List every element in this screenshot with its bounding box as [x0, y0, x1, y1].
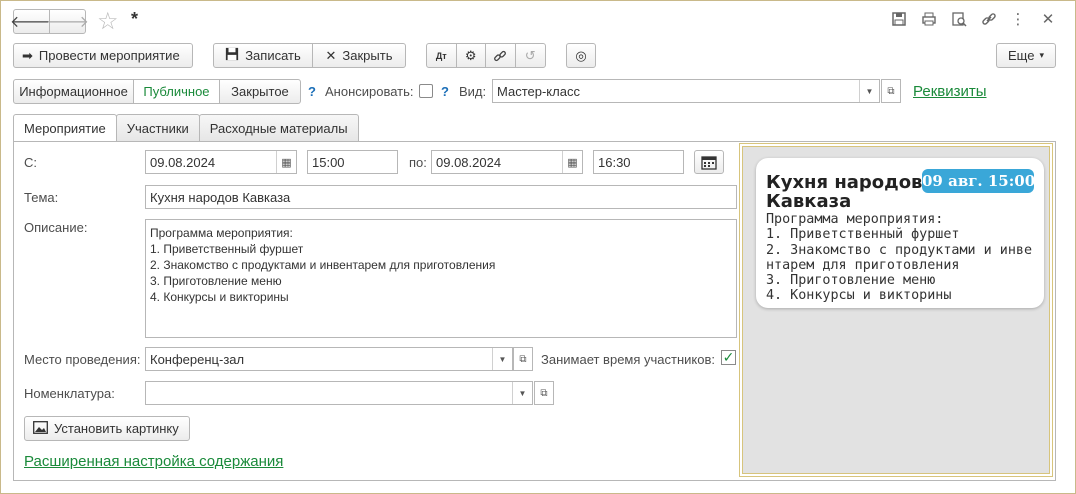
close-icon[interactable]: ✕ [1039, 11, 1057, 29]
preview-icon[interactable] [950, 11, 968, 29]
title-bar: 🡐 🡒 ☆ * ⋮ ✕ [0, 0, 1076, 40]
picture-icon [33, 420, 48, 437]
gears-icon[interactable]: ⚙ [457, 44, 486, 67]
announce-checkbox[interactable] [419, 84, 433, 98]
busy-label: Занимает время участников: [541, 352, 715, 367]
open-icon[interactable]: ⧉ [513, 347, 533, 371]
set-picture-button[interactable]: Установить картинку [24, 416, 190, 441]
to-date-input[interactable]: 09.08.2024 ▦ [431, 150, 583, 174]
open-icon[interactable]: ⧉ [881, 79, 901, 103]
tab-materials[interactable]: Расходные материалы [198, 114, 359, 141]
topic-label: Тема: [24, 190, 59, 205]
calendar-icon[interactable]: ▦ [562, 151, 582, 173]
calendar-icon [701, 156, 717, 170]
from-time-input[interactable]: 15:00 [307, 150, 398, 174]
help-icon[interactable]: ? [441, 84, 449, 99]
close-button[interactable]: ✕ Закрыть [313, 44, 405, 67]
visibility-selector: Информационное Публичное Закрытое [13, 79, 301, 104]
more-icon[interactable]: ⋮ [1009, 11, 1027, 29]
save-icon[interactable] [890, 11, 908, 29]
open-icon[interactable]: ⧉ [534, 381, 554, 405]
link-icon[interactable] [980, 11, 998, 29]
chain-link-icon[interactable] [486, 44, 516, 67]
announce-label: Анонсировать: [325, 84, 414, 99]
type-select[interactable]: Мастер-класс ▼ [492, 79, 880, 103]
forward-arrow-icon: 🡒 [46, 14, 89, 31]
print-icon[interactable] [920, 11, 938, 29]
chevron-down-icon: ▾ [1039, 50, 1044, 60]
place-label: Место проведения: [24, 352, 141, 367]
arrow-right-icon: ➡ [22, 47, 33, 63]
back-button[interactable]: 🡐 [10, 9, 53, 34]
tab-event[interactable]: Мероприятие [13, 114, 117, 142]
forward-button[interactable]: 🡒 [46, 9, 89, 34]
dropdown-arrow-icon[interactable]: ▼ [512, 382, 532, 404]
description-textarea[interactable]: Программа мероприятия: 1. Приветственный… [145, 219, 737, 338]
floppy-icon [225, 47, 239, 64]
calendar-button[interactable] [694, 150, 724, 174]
requisites-link[interactable]: Реквизиты [913, 83, 987, 100]
description-label: Описание: [24, 220, 88, 235]
help-icon[interactable]: ? [308, 84, 316, 99]
save-close-group: Записать ✕ Закрыть [213, 43, 406, 68]
type-label: Вид: [459, 84, 487, 99]
advanced-settings-link[interactable]: Расширенная настройка содержания [24, 453, 283, 470]
option-public[interactable]: Публичное [134, 80, 220, 103]
topic-input[interactable]: Кухня народов Кавказа [145, 185, 737, 209]
tab-participants[interactable]: Участники [115, 114, 200, 141]
close-x-icon: ✕ [325, 47, 337, 63]
nomenclature-select[interactable]: ▼ [145, 381, 533, 405]
tab-bar: Мероприятие Участники Расходные материал… [13, 114, 359, 142]
option-closed[interactable]: Закрытое [220, 80, 300, 103]
tools-group: Дт ⚙ ↺ [426, 43, 546, 68]
dt-kt-icon[interactable]: Дт [427, 44, 457, 67]
star-icon[interactable]: ☆ [97, 7, 119, 36]
dropdown-arrow-icon[interactable]: ▼ [492, 348, 512, 370]
to-label: по: [409, 155, 427, 170]
nomenclature-label: Номенклатура: [24, 386, 115, 401]
dropdown-arrow-icon[interactable]: ▼ [859, 80, 879, 102]
save-button[interactable]: Записать [214, 44, 313, 67]
preview-date-badge: 09 авг. 15:00 [922, 169, 1035, 193]
place-select[interactable]: Конференц-зал ▼ [145, 347, 513, 371]
busy-checkbox[interactable]: ✓ [721, 350, 736, 365]
option-informational[interactable]: Информационное [14, 80, 134, 103]
target-icon: ◎ [575, 47, 587, 63]
from-date-input[interactable]: 09.08.2024 ▦ [145, 150, 297, 174]
more-menu-button[interactable]: Еще ▾ [996, 43, 1056, 68]
preview-description: Программа мероприятия: 1. Приветственный… [766, 212, 1033, 304]
target-button[interactable]: ◎ [566, 43, 596, 68]
calendar-icon[interactable]: ▦ [276, 151, 296, 173]
history-icon[interactable]: ↺ [516, 44, 545, 67]
to-time-input[interactable]: 16:30 [593, 150, 684, 174]
post-event-button[interactable]: ➡ Провести мероприятие [13, 43, 193, 68]
from-label: С: [24, 155, 37, 170]
window-title: * [131, 9, 139, 29]
